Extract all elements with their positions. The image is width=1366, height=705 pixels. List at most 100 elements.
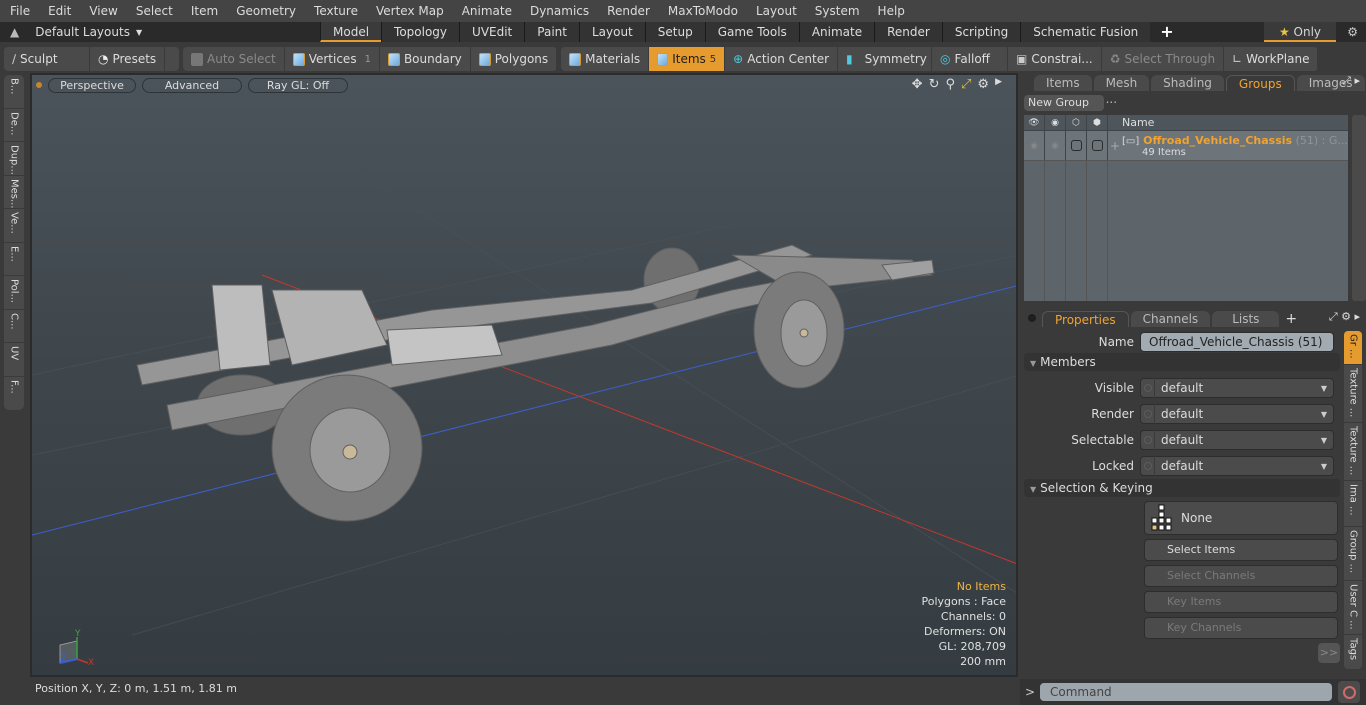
selection-keying-section[interactable]: ▼ Selection & Keying	[1024, 479, 1340, 497]
menu-vertex-map[interactable]: Vertex Map	[366, 4, 452, 18]
lock-cube-icon[interactable]: ⬢	[1087, 115, 1108, 130]
left-tab-curve[interactable]: C...	[4, 310, 24, 343]
menu-system[interactable]: System	[805, 4, 868, 18]
tab-render[interactable]: Render	[874, 22, 942, 42]
left-tab-uv[interactable]: UV	[4, 343, 24, 377]
menu-item[interactable]: Item	[181, 4, 226, 18]
properties-menu-dot[interactable]	[1028, 314, 1036, 322]
polygons-button[interactable]: Polygons	[471, 47, 558, 71]
left-tab-edge[interactable]: E...	[4, 243, 24, 276]
3d-viewport[interactable]: Y X Z Perspective Advanced Ray GL: Off ✥…	[30, 73, 1018, 677]
menu-help[interactable]: Help	[868, 4, 913, 18]
left-tab-deform[interactable]: De...	[4, 109, 24, 142]
workplane-button[interactable]: ∟ WorkPlane	[1224, 47, 1319, 71]
tab-items[interactable]: Items	[1034, 75, 1092, 91]
eye-icon[interactable]: 👁	[1024, 115, 1045, 130]
menu-file[interactable]: File	[0, 4, 38, 18]
left-tab-fusion[interactable]: F...	[4, 377, 24, 411]
viewport-expand-icon[interactable]: ▶	[995, 77, 1002, 92]
select-through-button[interactable]: ♻ Select Through	[1102, 47, 1225, 71]
constraints-button[interactable]: ▣ Constrai...	[1008, 47, 1102, 71]
select-items-button[interactable]: Select Items	[1144, 539, 1338, 561]
menu-dynamics[interactable]: Dynamics	[520, 4, 597, 18]
tab-game-tools[interactable]: Game Tools	[704, 22, 799, 42]
view-mode-dropdown[interactable]: Perspective	[48, 77, 136, 93]
menu-layout[interactable]: Layout	[746, 4, 805, 18]
selectable-icon[interactable]: ⬡	[1066, 115, 1087, 130]
symmetry-button[interactable]: ▮ Symmetry	[838, 47, 933, 71]
render-dropdown[interactable]: default ▼	[1140, 404, 1334, 424]
lock-toggle[interactable]	[1087, 131, 1108, 160]
shading-dropdown[interactable]: Advanced	[142, 77, 242, 93]
record-macro-button[interactable]	[1338, 681, 1360, 703]
presets-button[interactable]: ◔ Presets	[90, 47, 166, 71]
vertices-button[interactable]: Vertices 1	[285, 47, 380, 71]
none-button[interactable]: None	[1144, 501, 1338, 535]
properties-expand-icon[interactable]: ⤢ ⚙ ▸	[1329, 310, 1360, 324]
name-column-header[interactable]: Name	[1108, 115, 1154, 130]
render-toggle[interactable]: ◉	[1045, 131, 1066, 160]
left-tab-basic[interactable]: B...	[4, 75, 24, 109]
menu-view[interactable]: View	[79, 4, 125, 18]
side-tab-tags[interactable]: Tags	[1344, 635, 1362, 669]
visible-toggle[interactable]: ◉	[1024, 131, 1045, 160]
falloff-button[interactable]: ◎ Falloff	[932, 47, 1009, 71]
members-section[interactable]: ▼ Members	[1024, 353, 1340, 371]
menu-texture[interactable]: Texture	[304, 4, 366, 18]
sculpt-button[interactable]: ∕ Sculpt	[4, 47, 90, 71]
boundary-button[interactable]: Boundary	[380, 47, 471, 71]
left-tab-polygon[interactable]: Pol...	[4, 276, 24, 310]
key-items-button[interactable]: Key Items	[1144, 591, 1338, 613]
materials-button[interactable]: Materials	[561, 47, 650, 71]
expand-icon[interactable]: +	[1110, 139, 1120, 153]
visible-dropdown[interactable]: default ▼	[1140, 378, 1334, 398]
add-tab-button[interactable]: +	[1150, 22, 1183, 42]
layout-selector[interactable]: ▲ Default Layouts ▼	[0, 25, 320, 39]
gear-icon[interactable]: ⚙	[1347, 22, 1358, 42]
tab-mesh[interactable]: Mesh ...	[1093, 75, 1150, 106]
maximize-view-icon[interactable]: ⤢	[961, 77, 971, 92]
left-tab-vertex[interactable]: Ve...	[4, 209, 24, 243]
tab-schematic-fusion[interactable]: Schematic Fusion	[1020, 22, 1151, 42]
tab-properties[interactable]: Properties	[1042, 311, 1129, 327]
more-button[interactable]: >>	[1318, 643, 1340, 663]
tab-channels[interactable]: Channels	[1130, 311, 1211, 327]
menu-select[interactable]: Select	[126, 4, 181, 18]
rotate-view-icon[interactable]: ↻	[929, 77, 940, 92]
side-tab-image[interactable]: Ima ...	[1344, 481, 1362, 527]
menu-animate[interactable]: Animate	[452, 4, 520, 18]
render-camera-icon[interactable]: ◉	[1045, 115, 1066, 130]
tab-model[interactable]: Model	[320, 22, 382, 42]
tab-groups[interactable]: Groups	[1225, 75, 1295, 91]
select-toggle[interactable]	[1066, 131, 1087, 160]
tab-shading[interactable]: Shading	[1151, 75, 1224, 91]
tab-topology[interactable]: Topology	[381, 22, 460, 42]
viewport-menu-dot[interactable]	[36, 82, 42, 88]
viewport-gear-icon[interactable]: ⚙	[977, 77, 989, 92]
selectable-dropdown[interactable]: default ▼	[1140, 430, 1334, 450]
raygl-dropdown[interactable]: Ray GL: Off	[248, 77, 348, 93]
key-channels-button[interactable]: Key Channels	[1144, 617, 1338, 639]
name-field[interactable]: Offroad_Vehicle_Chassis (51)	[1140, 332, 1334, 352]
side-tab-texture-2[interactable]: Texture ...	[1344, 423, 1362, 481]
side-tab-group[interactable]: Gr ...	[1344, 331, 1362, 365]
auto-select-button[interactable]: Auto Select	[183, 47, 285, 71]
tab-uvedit[interactable]: UVEdit	[459, 22, 525, 42]
tab-layout[interactable]: Layout	[578, 22, 645, 42]
select-channels-button[interactable]: Select Channels	[1144, 565, 1338, 587]
side-tab-user-channels[interactable]: User C ...	[1344, 581, 1362, 635]
panel-expand-icon[interactable]: ⤢ ▸	[1342, 74, 1360, 88]
zoom-view-icon[interactable]: ⚲	[945, 77, 955, 92]
side-tab-texture-1[interactable]: Texture ...	[1344, 365, 1362, 423]
group-list-scrollbar[interactable]	[1352, 115, 1366, 301]
new-group-button[interactable]: New Group	[1024, 95, 1104, 111]
tab-scripting[interactable]: Scripting	[941, 22, 1021, 42]
menu-maxtomodo[interactable]: MaxToModo	[658, 4, 746, 18]
group-row[interactable]: ◉ ◉ + [▭] Offroad_Vehicle_Chassis (51) :…	[1024, 131, 1348, 161]
chassis-model[interactable]	[136, 244, 935, 522]
only-toggle[interactable]: ★ Only	[1264, 22, 1336, 42]
tab-setup[interactable]: Setup	[644, 22, 705, 42]
left-tab-duplicate[interactable]: Dup...	[4, 142, 24, 176]
tab-paint[interactable]: Paint	[524, 22, 579, 42]
menu-edit[interactable]: Edit	[38, 4, 79, 18]
